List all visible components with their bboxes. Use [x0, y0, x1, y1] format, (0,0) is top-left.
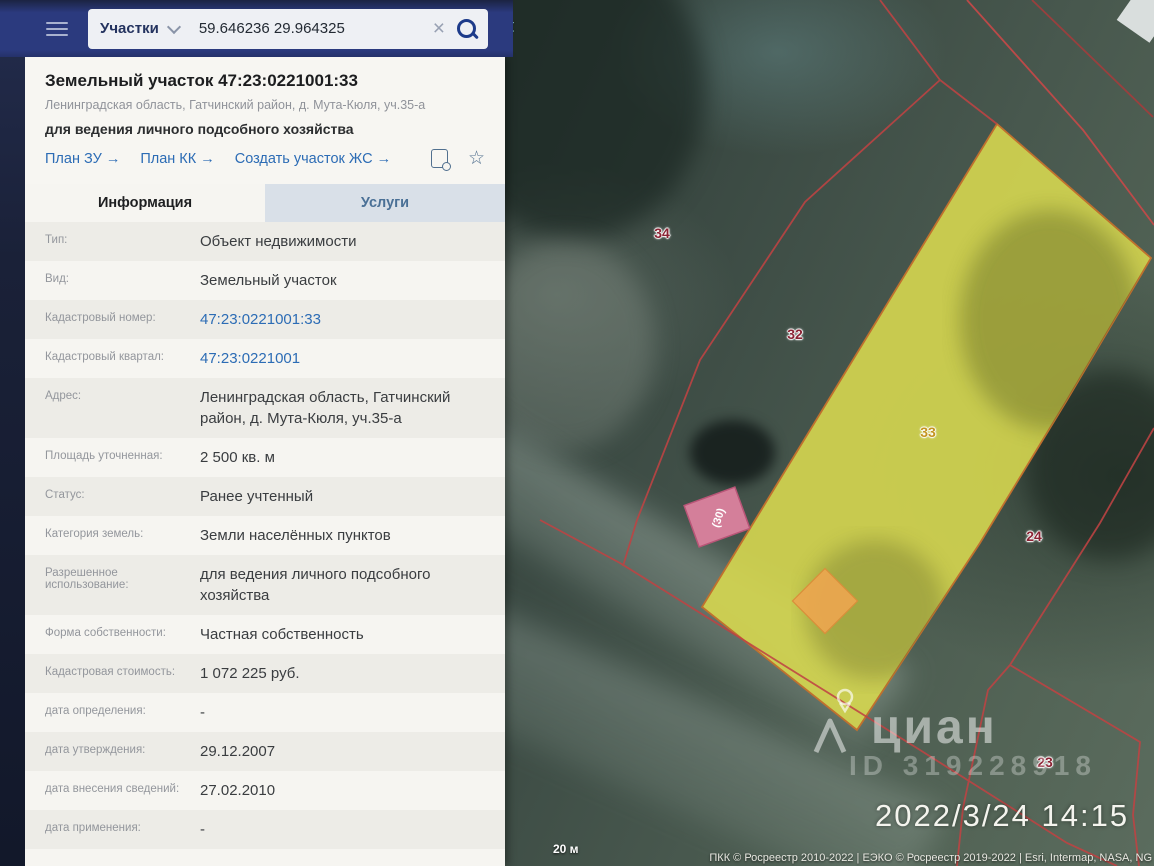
- page-title: Земельный участок 47:23:0221001:33: [45, 71, 358, 90]
- monitor-bezel: [0, 0, 25, 866]
- permitted-use-line: для ведения личного подсобного хозяйства: [45, 121, 354, 137]
- info-rows: Тип: Объект недвижимости Вид: Земельный …: [25, 222, 505, 849]
- info-row-area: Площадь уточненная: 2 500 кв. м: [25, 438, 505, 477]
- info-row-ownership: Форма собственности: Частная собственнос…: [25, 615, 505, 654]
- info-row-date-applied: дата применения: -: [25, 810, 505, 849]
- field-label: дата внесения сведений:: [45, 783, 180, 795]
- info-row-date-entered: дата внесения сведений: 27.02.2010: [25, 771, 505, 810]
- field-label: Кадастровый квартал:: [45, 351, 164, 363]
- field-value: -: [200, 821, 205, 838]
- field-label: Вид:: [45, 273, 69, 285]
- info-row-permitted-use: Разрешенное использование: для ведения л…: [25, 555, 505, 615]
- watermark-id: ID 319228918: [849, 750, 1097, 781]
- field-value: Ленинградская область, Гатчинский район,…: [200, 389, 451, 427]
- field-value: -: [200, 704, 205, 721]
- field-label: Кадастровый номер:: [45, 312, 156, 324]
- panel-tabs: Информация Услуги: [25, 184, 505, 222]
- info-row-address: Адрес: Ленинградская область, Гатчинский…: [25, 378, 505, 438]
- field-value: Частная собственность: [200, 626, 364, 643]
- cian-logo-icon: [813, 718, 847, 754]
- map-scale-label: 20 м: [553, 842, 579, 856]
- info-row-cadastral-value: Кадастровая стоимость: 1 072 225 руб.: [25, 654, 505, 693]
- info-row-date-determined: дата определения: -: [25, 693, 505, 732]
- info-row-cadastral-quarter: Кадастровый квартал: 47:23:0221001: [25, 339, 505, 378]
- cadastral-quarter-link[interactable]: 47:23:0221001: [200, 348, 485, 369]
- field-label: Форма собственности:: [45, 627, 166, 639]
- map-attribution: ПКК © Росреестр 2010-2022 | ЕЭКО © Росре…: [709, 852, 1152, 864]
- photo-timestamp: 2022/3/24 14:15: [875, 798, 1130, 833]
- field-label: Тип:: [45, 234, 68, 246]
- field-value: 2 500 кв. м: [200, 449, 275, 466]
- cadastral-overlay: (30): [539, 0, 1154, 866]
- search-category-dropdown[interactable]: Участки: [100, 20, 159, 37]
- info-row-land-category: Категория земель: Земли населённых пункт…: [25, 516, 505, 555]
- map-canvas[interactable]: (30) 34 32 33 24 23 циан ID 319228918 20…: [505, 0, 1154, 866]
- field-value: для ведения личного подсобного хозяйства: [200, 566, 431, 604]
- info-row-date-approved: дата утверждения: 29.12.2007: [25, 732, 505, 771]
- field-value: Земельный участок: [200, 272, 337, 289]
- search-input[interactable]: Участки 59.646236 29.964325 ×: [88, 8, 488, 49]
- plan-kk-link[interactable]: План КК →: [140, 151, 214, 167]
- parcel-label[interactable]: 33: [920, 424, 936, 440]
- chevron-down-icon[interactable]: [166, 19, 181, 34]
- field-value: Земли населённых пунктов: [200, 527, 391, 544]
- parcel-info-panel: Земельный участок 47:23:0221001:33 Ленин…: [25, 57, 505, 866]
- search-query-text[interactable]: 59.646236 29.964325: [199, 20, 433, 37]
- action-links: План ЗУ → План КК → Создать участок ЖС →…: [45, 149, 485, 171]
- field-value: 1 072 225 руб.: [200, 665, 300, 682]
- search-icon[interactable]: [457, 19, 476, 38]
- field-label: Кадастровая стоимость:: [45, 666, 176, 678]
- parcel-label[interactable]: 32: [787, 326, 803, 342]
- field-label: Разрешенное использование:: [45, 567, 129, 591]
- field-label: Статус:: [45, 489, 85, 501]
- field-label: дата утверждения:: [45, 744, 146, 756]
- tab-information[interactable]: Информация: [25, 184, 265, 222]
- info-row-status: Статус: Ранее учтенный: [25, 477, 505, 516]
- menu-icon[interactable]: [46, 21, 68, 36]
- top-search-bar: Участки 59.646236 29.964325 ×: [0, 0, 513, 57]
- close-icon[interactable]: ×: [433, 18, 445, 39]
- field-label: Площадь уточненная:: [45, 450, 163, 462]
- doc-search-icon[interactable]: [431, 149, 451, 171]
- cadastral-number-link[interactable]: 47:23:0221001:33: [200, 309, 485, 330]
- field-label: дата определения:: [45, 705, 146, 717]
- field-value: Объект недвижимости: [200, 233, 357, 250]
- panel-header: Земельный участок 47:23:0221001:33 Ленин…: [25, 57, 505, 184]
- info-row-cadastral-number: Кадастровый номер: 47:23:0221001:33: [25, 300, 505, 339]
- info-row-kind: Вид: Земельный участок: [25, 261, 505, 300]
- star-icon[interactable]: ☆: [468, 149, 485, 168]
- parcel-label[interactable]: 34: [654, 225, 670, 241]
- field-value: Ранее учтенный: [200, 488, 314, 505]
- field-label: Адрес:: [45, 390, 82, 402]
- field-label: дата применения:: [45, 822, 141, 834]
- parcel-label[interactable]: 24: [1026, 528, 1042, 544]
- plan-zu-link[interactable]: План ЗУ →: [45, 151, 120, 167]
- parcel-address-subtitle: Ленинградская область, Гатчинский район,…: [45, 98, 426, 112]
- field-value: 29.12.2007: [200, 743, 276, 760]
- field-label: Категория земель:: [45, 528, 144, 540]
- info-row-type: Тип: Объект недвижимости: [25, 222, 505, 261]
- tab-services[interactable]: Услуги: [265, 184, 505, 222]
- create-parcel-link[interactable]: Создать участок ЖС →: [235, 151, 391, 167]
- field-value: 27.02.2010: [200, 782, 276, 799]
- watermark-brand: циан: [871, 701, 998, 754]
